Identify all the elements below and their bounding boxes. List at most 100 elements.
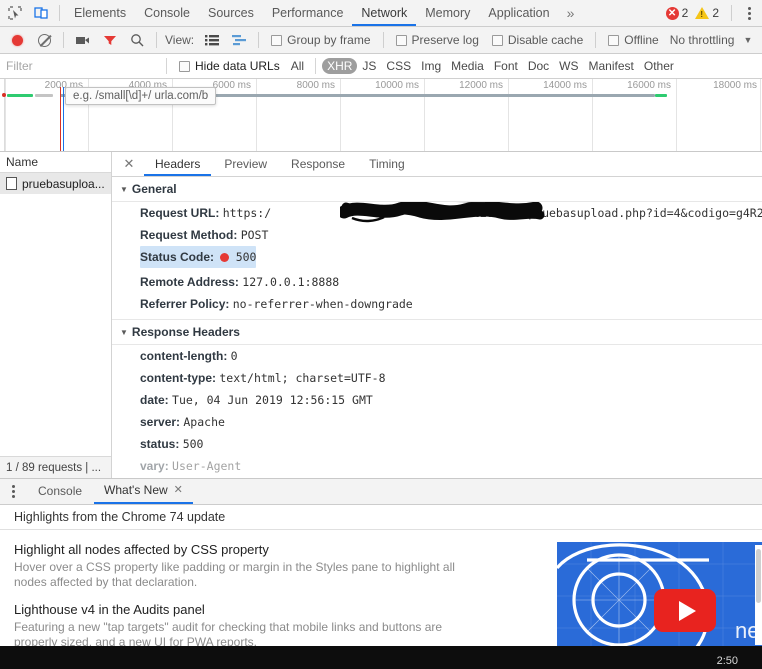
divider — [258, 32, 260, 48]
network-toolbar: View: Group by frame Preserve log Disabl… — [0, 27, 762, 54]
list-view-icon[interactable] — [199, 28, 225, 53]
filter-type-img[interactable]: Img — [416, 58, 446, 74]
request-details-pane: ✕ Headers Preview Response Timing ▼ Gene… — [112, 152, 762, 478]
device-toolbar-icon[interactable] — [28, 1, 54, 26]
hide-data-urls-checkbox[interactable]: Hide data URLs — [173, 59, 286, 73]
header-value: Tue, 04 Jun 2019 12:56:15 GMT — [172, 393, 373, 407]
group-by-frame-checkbox[interactable]: Group by frame — [265, 33, 376, 47]
close-icon[interactable]: ✕ — [174, 478, 183, 503]
request-url-key: Request URL: — [140, 206, 220, 220]
drawer-tab-console[interactable]: Console — [28, 479, 92, 504]
filter-type-ws[interactable]: WS — [554, 58, 583, 74]
warning-icon[interactable] — [695, 7, 710, 19]
filter-type-manifest[interactable]: Manifest — [584, 58, 639, 74]
more-tabs-button[interactable]: » — [559, 0, 583, 26]
divider — [731, 5, 732, 21]
drawer-menu-icon[interactable] — [4, 481, 22, 503]
tab-application[interactable]: Application — [479, 0, 558, 26]
preserve-log-label: Preserve log — [411, 33, 479, 47]
filter-type-xhr[interactable]: XHR — [322, 58, 358, 74]
referrer-policy-value: no-referrer-when-downgrade — [232, 297, 413, 311]
header-value: 500 — [182, 437, 204, 451]
tab-network[interactable]: Network — [352, 0, 417, 26]
header-row: content-type: text/html; charset=UTF-8 — [112, 367, 762, 389]
close-icon[interactable]: ✕ — [120, 155, 138, 173]
header-key: content-length: — [140, 349, 228, 363]
general-section-header[interactable]: ▼ General — [112, 177, 762, 202]
search-icon[interactable] — [124, 28, 150, 53]
search-input[interactable] — [0, 54, 160, 78]
network-overview-timeline[interactable]: 2000 ms 4000 ms 6000 ms 8000 ms 10000 ms… — [0, 79, 762, 152]
load-event-line — [60, 87, 61, 151]
filter-type-css[interactable]: CSS — [381, 58, 416, 74]
preserve-log-checkbox[interactable]: Preserve log — [390, 33, 485, 47]
divider — [166, 58, 167, 74]
item-description: Hover over a CSS property like padding o… — [14, 560, 455, 589]
filter-type-media[interactable]: Media — [446, 58, 489, 74]
checkbox-box — [395, 34, 407, 46]
scrollbar[interactable] — [755, 545, 762, 645]
timeline-tick: 14000 ms — [543, 80, 587, 91]
chevron-down-icon[interactable]: ▼ — [743, 35, 752, 45]
video-thumbnail[interactable]: ne — [557, 542, 762, 650]
tab-timing[interactable]: Timing — [358, 152, 416, 176]
camera-icon[interactable] — [70, 28, 96, 53]
filter-type-doc[interactable]: Doc — [523, 58, 554, 74]
filter-type-all[interactable]: All — [286, 58, 309, 74]
timeline-left-gutter — [0, 79, 5, 151]
hide-data-urls-label: Hide data URLs — [195, 59, 280, 73]
tab-elements[interactable]: Elements — [65, 0, 135, 26]
tab-preview[interactable]: Preview — [213, 152, 278, 176]
status-code-row[interactable]: Status Code: 500 — [140, 246, 257, 268]
whats-new-heading: Highlights from the Chrome 74 update — [0, 505, 762, 530]
divider — [595, 32, 597, 48]
drawer-tab-whats-new[interactable]: What's New ✕ — [94, 479, 193, 504]
clear-button[interactable] — [31, 28, 57, 53]
remote-address-key: Remote Address: — [140, 275, 239, 289]
document-icon — [6, 177, 17, 190]
status-code-key: Status Code: — [140, 250, 215, 264]
response-headers-section-header[interactable]: ▼ Response Headers — [112, 320, 762, 345]
filter-type-js[interactable]: JS — [357, 58, 381, 74]
filter-funnel-icon[interactable] — [97, 28, 123, 53]
list-item[interactable]: pruebasuploa... — [0, 173, 111, 194]
header-value: text/html; charset=UTF-8 — [219, 371, 386, 385]
request-method-value: POST — [240, 228, 269, 242]
tab-memory[interactable]: Memory — [416, 0, 479, 26]
disable-cache-label: Disable cache — [507, 33, 584, 47]
whats-new-content: Highlight all nodes affected by CSS prop… — [0, 530, 762, 658]
referrer-policy-row: Referrer Policy: no-referrer-when-downgr… — [112, 293, 762, 315]
drawer: Console What's New ✕ Highlights from the… — [0, 479, 762, 669]
disable-cache-checkbox[interactable]: Disable cache — [486, 33, 589, 47]
timeline-tick: 8000 ms — [296, 80, 335, 91]
remote-address-row: Remote Address: 127.0.0.1:8888 — [112, 271, 762, 293]
divider — [382, 32, 384, 48]
youtube-play-icon[interactable] — [654, 589, 716, 632]
header-key: vary: — [140, 459, 169, 473]
filter-type-font[interactable]: Font — [489, 58, 523, 74]
drawer-tabbar: Console What's New ✕ — [0, 479, 762, 505]
tab-performance[interactable]: Performance — [263, 0, 353, 26]
record-button[interactable] — [4, 28, 30, 53]
column-header-name[interactable]: Name — [0, 152, 111, 173]
error-icon[interactable]: ✕ — [665, 6, 679, 20]
tab-response[interactable]: Response — [280, 152, 356, 176]
throttling-select[interactable]: No throttling — [666, 33, 735, 47]
timeline-tick: 6000 ms — [212, 80, 251, 91]
inspect-cursor-icon[interactable] — [2, 1, 28, 26]
divider — [63, 32, 64, 48]
tab-console[interactable]: Console — [135, 0, 199, 26]
kebab-menu-icon[interactable] — [740, 3, 758, 23]
header-key: content-type: — [140, 371, 216, 385]
offline-checkbox[interactable]: Offline — [602, 33, 664, 47]
request-url-suffix: /utilidades/pruebasupload.php?id=4&codig… — [445, 206, 762, 220]
domcontentloaded-line — [63, 87, 64, 151]
filter-type-other[interactable]: Other — [639, 58, 679, 74]
waterfall-view-icon[interactable] — [226, 28, 252, 53]
request-name: pruebasuploa... — [22, 176, 105, 191]
triangle-down-icon: ▼ — [120, 327, 128, 337]
tab-sources[interactable]: Sources — [199, 0, 263, 26]
tab-headers[interactable]: Headers — [144, 152, 212, 176]
network-split-area: Name pruebasuploa... 1 / 89 requests | .… — [0, 152, 762, 479]
referrer-policy-key: Referrer Policy: — [140, 297, 230, 311]
